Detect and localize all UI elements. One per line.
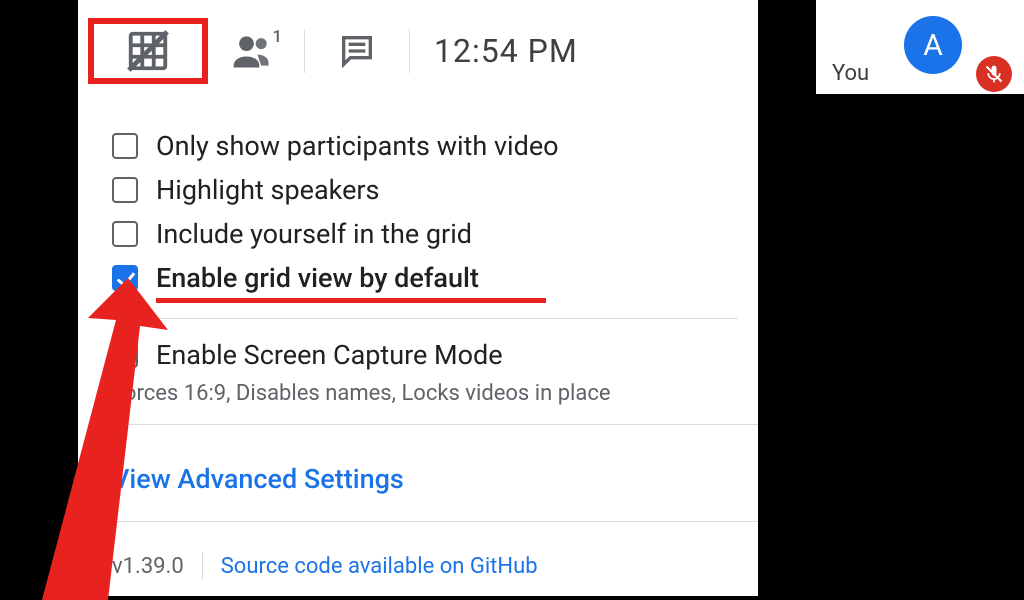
options-list: Only show participants with video Highli…	[78, 104, 758, 319]
source-code-link[interactable]: Source code available on GitHub	[221, 554, 538, 579]
advanced-settings-row: View Advanced Settings	[112, 439, 758, 495]
footer-separator	[202, 552, 203, 580]
option-screen-capture-label: Enable Screen Capture Mode	[156, 339, 503, 371]
divider-3	[112, 521, 758, 522]
grid-view-toggle-button[interactable]	[125, 21, 171, 81]
highlight-underline	[156, 298, 546, 303]
advanced-settings-link[interactable]: View Advanced Settings	[112, 463, 404, 495]
option-include-self[interactable]: Include yourself in the grid	[112, 212, 738, 256]
divider-1	[112, 318, 738, 319]
checkbox-highlight-speakers[interactable]	[112, 177, 138, 203]
option-highlight-speakers[interactable]: Highlight speakers	[112, 168, 738, 212]
option-highlight-speakers-label: Highlight speakers	[156, 174, 379, 206]
settings-panel: 1 12:54 PM Only show participants with v…	[78, 0, 758, 596]
screen-capture-section: Enable Screen Capture Mode Forces 16:9, …	[78, 333, 758, 580]
participants-button[interactable]: 1	[208, 21, 296, 81]
option-enable-grid-default-label: Enable grid view by default	[156, 262, 479, 294]
option-only-video-label: Only show participants with video	[156, 130, 559, 162]
option-include-self-label: Include yourself in the grid	[156, 218, 472, 250]
option-screen-capture[interactable]: Enable Screen Capture Mode	[112, 333, 758, 377]
people-icon	[230, 29, 274, 73]
checkbox-include-self[interactable]	[112, 221, 138, 247]
mic-off-icon	[984, 64, 1004, 84]
footer: v1.39.0 Source code available on GitHub	[112, 536, 758, 580]
option-only-video[interactable]: Only show participants with video	[112, 124, 738, 168]
option-enable-grid-default[interactable]: Enable grid view by default	[112, 256, 738, 300]
toolbar: 1 12:54 PM	[78, 0, 758, 104]
grid-off-icon	[125, 28, 171, 74]
participants-count-badge: 1	[272, 27, 282, 47]
self-view-tile: You A	[816, 0, 1024, 94]
checkbox-enable-grid-default[interactable]	[112, 265, 138, 291]
mic-muted-indicator	[976, 56, 1012, 92]
chat-icon	[337, 31, 377, 71]
avatar: A	[904, 16, 962, 74]
chat-button[interactable]	[313, 21, 401, 81]
checkbox-only-video[interactable]	[112, 133, 138, 159]
toolbar-separator	[304, 29, 305, 73]
toolbar-separator-2	[409, 29, 410, 73]
clock-display: 12:54 PM	[434, 32, 578, 70]
version-label: v1.39.0	[112, 554, 184, 579]
checkbox-screen-capture[interactable]	[112, 342, 138, 368]
self-view-label: You	[832, 61, 869, 86]
grid-view-highlight-box	[88, 18, 208, 84]
divider-2	[112, 424, 758, 425]
screen-capture-description: Forces 16:9, Disables names, Locks video…	[112, 381, 758, 406]
